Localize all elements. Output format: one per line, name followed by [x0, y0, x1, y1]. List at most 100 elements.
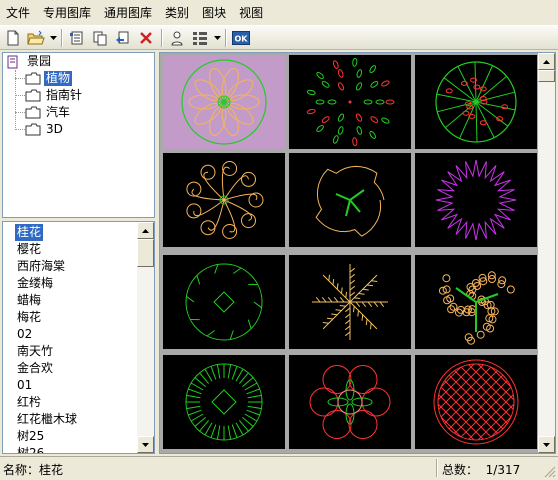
scroll-down-button[interactable]	[538, 436, 555, 453]
list-item[interactable]: 02	[15, 326, 34, 343]
status-total-label: 总数：	[442, 463, 479, 477]
menu-general-library[interactable]: 通用图库	[98, 1, 159, 25]
delete-button[interactable]	[135, 27, 157, 49]
gallery-thumb-fern-cluster[interactable]	[289, 255, 411, 349]
new-icon	[7, 30, 19, 45]
gallery-thumb-radial-hatch[interactable]	[163, 355, 285, 449]
gallery-thumb-cross-hatch-circle[interactable]	[415, 355, 537, 449]
plant-symbol-icon	[433, 359, 519, 445]
block-copy-button[interactable]	[89, 27, 111, 49]
scroll-down-button[interactable]	[137, 436, 154, 453]
dropdown-arrow-icon	[49, 35, 57, 40]
tree-node-root[interactable]: 景园	[6, 53, 53, 70]
new-button[interactable]	[2, 27, 24, 49]
list-item[interactable]: 树25	[15, 428, 46, 445]
folder-icon	[25, 123, 41, 136]
resize-grip-icon[interactable]	[544, 466, 556, 478]
gallery-thumb-cloud-flower[interactable]	[163, 153, 285, 247]
ok-button[interactable]: OK	[230, 27, 252, 49]
arrow-down-icon	[142, 442, 149, 447]
block-export-button[interactable]	[112, 27, 134, 49]
status-name-value: 桂花	[39, 463, 64, 477]
block-list: 桂花 樱花 西府海棠 金缕梅 蜡梅 梅花 02 南天竹 金合欢 01 红枍 红花…	[2, 221, 155, 454]
arrow-up-icon	[142, 228, 149, 233]
plant-symbol-icon	[186, 161, 264, 239]
open-dropdown[interactable]	[48, 27, 58, 49]
plant-symbol-icon	[306, 57, 395, 147]
toolbar-separator	[61, 28, 63, 47]
plant-symbol-icon	[312, 264, 388, 340]
tree-node-3d[interactable]: 3D	[25, 121, 65, 138]
tree-label-car: 汽车	[46, 105, 71, 119]
plant-symbol-icon	[435, 61, 517, 143]
gallery-thumb-red-flower[interactable]	[289, 355, 411, 449]
list-item[interactable]: 西府海棠	[15, 258, 67, 275]
list-item[interactable]: 红枍	[15, 394, 43, 411]
menu-bar: 文件 专用图库 通用图库 类别 图块 视图	[0, 0, 558, 25]
menu-block[interactable]: 图块	[196, 1, 233, 25]
toolbar-separator	[225, 28, 227, 47]
list-item[interactable]: 树26	[15, 445, 46, 453]
plant-symbol-icon	[438, 271, 515, 345]
gallery-thumb-irregular-canopy[interactable]	[289, 153, 411, 247]
menu-view[interactable]: 视图	[233, 1, 270, 25]
delete-icon	[140, 31, 152, 44]
gallery-thumb-spiky-burst[interactable]	[415, 153, 537, 247]
list-scrollbar[interactable]	[137, 222, 154, 453]
user-button[interactable]	[166, 27, 188, 49]
open-folder-icon	[27, 30, 45, 44]
list-item[interactable]: 樱花	[15, 241, 43, 258]
folder-icon	[25, 89, 41, 102]
scroll-up-button[interactable]	[137, 222, 154, 239]
tree-node-compass[interactable]: 指南针	[25, 87, 84, 104]
book-icon	[7, 55, 18, 68]
gallery-thumb-flower-rosette[interactable]	[163, 55, 285, 149]
block-gallery	[159, 52, 556, 454]
gallery-thumb-bubbly-tree[interactable]	[415, 255, 537, 349]
arrow-up-icon	[543, 59, 550, 64]
dropdown-arrow-icon	[213, 35, 221, 40]
plant-symbol-icon	[435, 159, 517, 241]
folder-icon	[25, 106, 41, 119]
ok-icon: OK	[232, 30, 250, 45]
list-item[interactable]: 01	[15, 377, 34, 394]
plant-symbol-icon	[181, 59, 267, 145]
gallery-thumb-leaf-ring[interactable]	[289, 55, 411, 149]
status-total: 总数： 1/317	[442, 461, 520, 478]
list-item[interactable]: 梅花	[15, 309, 43, 326]
tree-label-3d: 3D	[46, 122, 63, 136]
gallery-thumb-diamond-circle[interactable]	[163, 255, 285, 349]
status-separator	[436, 459, 438, 477]
menu-file[interactable]: 文件	[0, 1, 37, 25]
grid-view-icon	[193, 31, 207, 45]
status-name-label: 名称：	[3, 463, 40, 477]
tree-line	[15, 129, 25, 130]
scroll-thumb[interactable]	[538, 70, 555, 82]
view-dropdown[interactable]	[212, 27, 222, 49]
list-item[interactable]: 桂花	[15, 224, 44, 241]
tree-node-car[interactable]: 汽车	[25, 104, 72, 121]
open-button[interactable]	[25, 27, 47, 49]
list-item[interactable]: 金合欢	[15, 360, 55, 377]
plant-symbol-icon	[185, 263, 263, 341]
menu-category[interactable]: 类别	[159, 1, 196, 25]
scroll-up-button[interactable]	[538, 53, 555, 70]
block-insert-button[interactable]	[66, 27, 88, 49]
scroll-thumb[interactable]	[137, 239, 154, 267]
plant-symbol-icon	[309, 365, 391, 439]
toolbar: OK	[0, 25, 558, 50]
list-item[interactable]: 蜡梅	[15, 292, 43, 309]
gallery-thumb-spoke-tree[interactable]	[415, 55, 537, 149]
status-total-value: 1/317	[485, 463, 521, 477]
block-copy-icon	[93, 31, 107, 45]
list-item[interactable]: 金缕梅	[15, 275, 55, 292]
grid-view-button[interactable]	[189, 27, 211, 49]
toolbar-separator	[161, 28, 163, 47]
block-export-icon	[116, 31, 129, 43]
list-item[interactable]: 南天竹	[15, 343, 55, 360]
block-insert-icon	[70, 31, 83, 44]
list-item[interactable]: 红花檵木球	[15, 411, 79, 428]
menu-special-library[interactable]: 专用图库	[37, 1, 98, 25]
tree-node-plants[interactable]: 植物	[25, 70, 73, 87]
gallery-scrollbar[interactable]	[538, 53, 555, 453]
